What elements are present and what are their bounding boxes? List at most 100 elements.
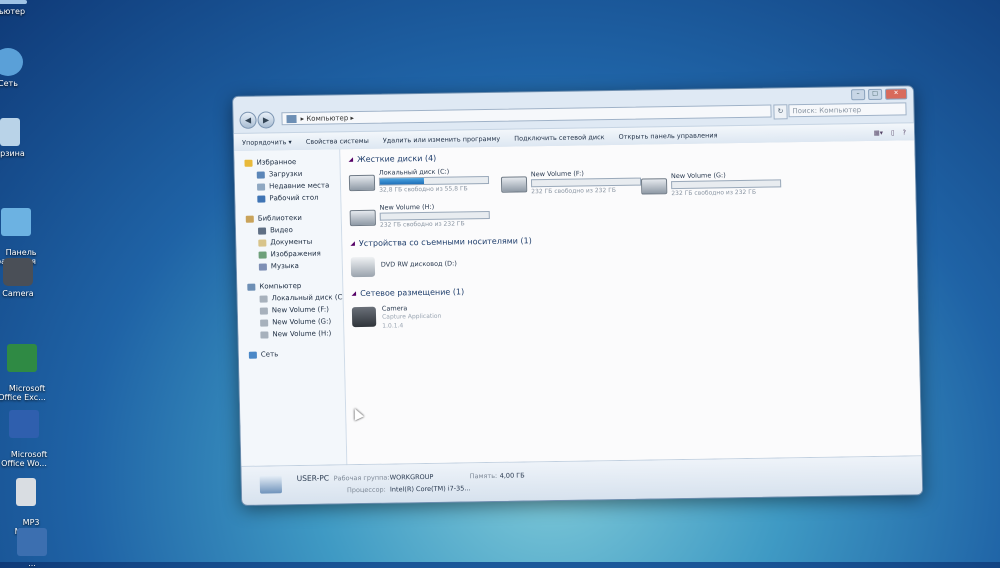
- view-tools: ▦▾ ▯ ?: [873, 128, 914, 137]
- libraries-icon: [246, 215, 254, 222]
- recent-places-icon: [257, 183, 265, 190]
- collapse-triangle-icon: ◢: [348, 156, 353, 163]
- desktop-icon-label: Сеть: [0, 79, 18, 88]
- section-title: Устройства со съемными носителями (1): [359, 236, 532, 248]
- section-title: Жесткие диски (4): [357, 154, 436, 164]
- system-drive-icon: [349, 175, 375, 191]
- map-network-drive-button[interactable]: Подключить сетевой диск: [514, 133, 605, 142]
- drive-free-space: 232 ГБ свободно из 232 ГБ: [671, 189, 756, 197]
- nav-label: Музыка: [271, 262, 299, 270]
- app-icon: [17, 528, 47, 556]
- content-pane: ◢ Жесткие диски (4) Локальный диск (C:) 3…: [340, 140, 921, 465]
- nav-network[interactable]: Сеть: [239, 347, 344, 361]
- section-title: Сетевое размещение (1): [360, 287, 464, 298]
- music-file-icon: [16, 478, 36, 506]
- nav-label: Недавние места: [269, 181, 329, 190]
- drive-c[interactable]: Локальный диск (C:) 32,8 ГБ свободно из …: [349, 167, 500, 199]
- uninstall-program-button[interactable]: Удалить или изменить программу: [383, 134, 501, 144]
- desktop-icon-recycle-bin[interactable]: орзина: [0, 118, 40, 158]
- back-button[interactable]: ◀: [239, 112, 256, 129]
- nav-label: New Volume (F:): [272, 305, 329, 314]
- recycle-bin-icon: [0, 118, 20, 146]
- collapse-triangle-icon: ◢: [351, 290, 356, 297]
- computer-icon: [260, 475, 282, 493]
- drive-icon: [260, 295, 268, 302]
- drive-icon: [260, 307, 268, 314]
- drive-usage-fill: [380, 178, 424, 185]
- section-network-location[interactable]: ◢ Сетевое размещение (1): [351, 287, 464, 298]
- drive-icon: [260, 331, 268, 338]
- desktop-icon-other[interactable]: ...: [2, 528, 62, 568]
- network-icon: [0, 48, 23, 76]
- drive-usage-bar: [380, 211, 490, 221]
- drive-free-space: 232 ГБ свободно из 232 ГБ: [380, 220, 465, 228]
- drive-name: Локальный диск (C:): [379, 168, 450, 177]
- desktop-icon-label: ...: [28, 559, 36, 568]
- device-name: DVD RW дисковод (D:): [381, 259, 457, 268]
- address-separator: ▸: [350, 114, 354, 122]
- nav-label: Локальный диск (C: [272, 293, 343, 302]
- nav-label: Библиотеки: [258, 214, 302, 223]
- memory-value: 4,00 ГБ: [500, 471, 525, 479]
- address-separator: ▸: [300, 115, 304, 123]
- device-type: Capture Application: [382, 313, 441, 321]
- explorer-window[interactable]: – □ ✕ ◀ ▶ ▸ Компьютер ▸ ↻ Поиск: Компьют…: [232, 85, 923, 506]
- help-icon[interactable]: ?: [902, 128, 906, 136]
- breadcrumb-computer[interactable]: Компьютер: [306, 114, 348, 123]
- drive-icon: [260, 319, 268, 326]
- drive-icon: [641, 178, 667, 194]
- camera-icon: [3, 258, 33, 286]
- drive-g[interactable]: New Volume (G:) 232 ГБ свободно из 232 Г…: [641, 170, 792, 202]
- section-removable-devices[interactable]: ◢Устройства со съемными носителями (1): [350, 236, 532, 248]
- drive-icon: [350, 210, 376, 226]
- organize-button[interactable]: Упорядочить ▾: [242, 138, 292, 147]
- drive-usage-bar: [379, 176, 489, 186]
- star-icon: [244, 159, 252, 166]
- cpu-label: Процессор:: [347, 486, 386, 495]
- open-control-panel-button[interactable]: Открыть панель управления: [618, 131, 717, 141]
- drive-name: New Volume (H:): [379, 203, 434, 212]
- device-version: 1.0.1.4: [382, 322, 403, 329]
- nav-label: New Volume (G:): [272, 317, 331, 326]
- computer-icon: [247, 283, 255, 290]
- video-icon: [258, 227, 266, 234]
- system-properties-button[interactable]: Свойства системы: [306, 136, 369, 145]
- nav-label: Изображения: [271, 250, 321, 259]
- navigation-pane: Избранное Загрузки Недавние места Рабочи…: [234, 149, 347, 467]
- downloads-icon: [257, 171, 265, 178]
- memory-label: Память:: [470, 472, 498, 480]
- address-bar[interactable]: ▸ Компьютер ▸: [281, 105, 771, 126]
- forward-button[interactable]: ▶: [257, 111, 274, 128]
- desktop-icon-camera[interactable]: Camera: [0, 258, 48, 298]
- drive-name: New Volume (G:): [671, 171, 726, 180]
- desktop-icon-network[interactable]: Сеть: [0, 48, 38, 88]
- dvd-drive[interactable]: DVD RW дисковод (D:): [351, 252, 552, 285]
- drive-usage-bar: [531, 178, 641, 188]
- preview-pane-icon[interactable]: ▯: [891, 128, 895, 136]
- nav-label: Сеть: [261, 350, 279, 358]
- word-icon: [9, 410, 39, 438]
- music-icon: [259, 263, 267, 270]
- camera-item[interactable]: Camera Capture Application 1.0.1.4: [352, 302, 553, 335]
- section-hard-disks[interactable]: ◢ Жесткие диски (4): [348, 154, 436, 164]
- computer-icon: [0, 0, 27, 4]
- nav-label: Документы: [270, 238, 312, 247]
- refresh-button[interactable]: ↻: [773, 104, 787, 119]
- search-input[interactable]: Поиск: Компьютер: [788, 102, 906, 117]
- drive-f[interactable]: New Volume (F:) 232 ГБ свободно из 232 Г…: [501, 168, 652, 200]
- pc-name: USER-PC: [297, 474, 330, 484]
- drive-free-space: 32,8 ГБ свободно из 55,8 ГБ: [379, 185, 468, 193]
- workgroup-value: WORKGROUP: [390, 473, 434, 482]
- nav-label: Загрузки: [269, 170, 303, 179]
- desktop-icon-label: Camera: [2, 289, 33, 298]
- workgroup-label: Рабочая группа:: [334, 474, 390, 483]
- change-view-icon[interactable]: ▦▾: [873, 128, 883, 136]
- desktop-icon-computer[interactable]: ьютер: [0, 0, 42, 16]
- nav-label: Рабочий стол: [269, 194, 318, 203]
- drive-icon: [501, 176, 527, 192]
- desktop-icon-label: ьютер: [0, 7, 25, 16]
- drive-usage-bar: [671, 179, 781, 189]
- nav-label: Избранное: [256, 158, 296, 167]
- drive-h[interactable]: New Volume (H:) 232 ГБ свободно из 232 Г…: [349, 202, 500, 234]
- computer-icon: [286, 115, 296, 123]
